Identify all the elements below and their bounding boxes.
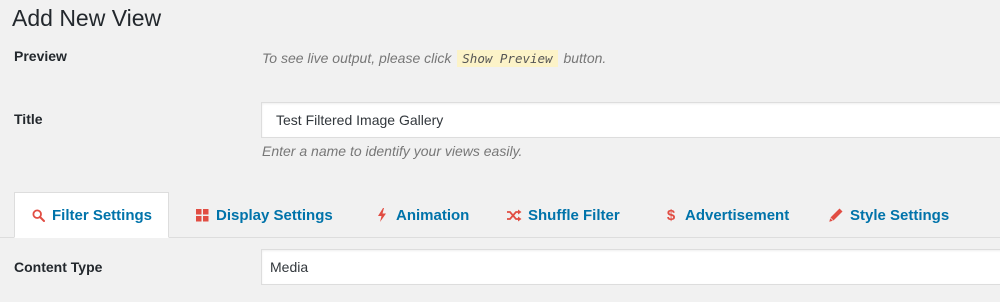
tab-label: Shuffle Filter bbox=[528, 206, 620, 224]
tab-label: Display Settings bbox=[216, 206, 333, 224]
preview-hint-after: button. bbox=[563, 50, 607, 66]
title-hint: Enter a name to identify your views easi… bbox=[262, 143, 523, 159]
filter-settings-panel: Content Type bbox=[0, 238, 1000, 302]
tab-label: Style Settings bbox=[850, 206, 950, 224]
title-label: Title bbox=[14, 111, 43, 127]
tab-shuffle-filter[interactable]: Shuffle Filter bbox=[506, 192, 620, 238]
settings-tabs: Filter Settings Display Settings Animati… bbox=[14, 192, 1000, 238]
tab-animation[interactable]: Animation bbox=[374, 192, 469, 238]
content-type-label: Content Type bbox=[14, 259, 103, 275]
bolt-icon bbox=[374, 207, 390, 223]
tab-label: Animation bbox=[396, 206, 470, 224]
tab-label: Advertisement bbox=[685, 206, 790, 224]
tab-advertisement[interactable]: $ Advertisement bbox=[663, 192, 789, 238]
preview-label: Preview bbox=[14, 48, 67, 64]
dollar-icon: $ bbox=[666, 206, 676, 224]
preview-hint: To see live output, please click Show Pr… bbox=[262, 50, 606, 67]
title-input[interactable] bbox=[261, 102, 1000, 138]
search-icon bbox=[30, 207, 46, 223]
tab-label: Filter Settings bbox=[52, 206, 153, 224]
show-preview-code: Show Preview bbox=[457, 50, 558, 67]
preview-hint-before: To see live output, please click bbox=[262, 50, 452, 66]
tab-style-settings[interactable]: Style Settings bbox=[828, 192, 949, 238]
page-title: Add New View bbox=[12, 5, 162, 31]
content-type-select[interactable] bbox=[261, 249, 1000, 285]
grid-icon bbox=[194, 207, 210, 223]
pencil-icon bbox=[828, 207, 844, 223]
shuffle-icon bbox=[506, 207, 522, 223]
tab-filter-settings[interactable]: Filter Settings bbox=[14, 192, 170, 238]
tab-display-settings[interactable]: Display Settings bbox=[194, 192, 333, 238]
